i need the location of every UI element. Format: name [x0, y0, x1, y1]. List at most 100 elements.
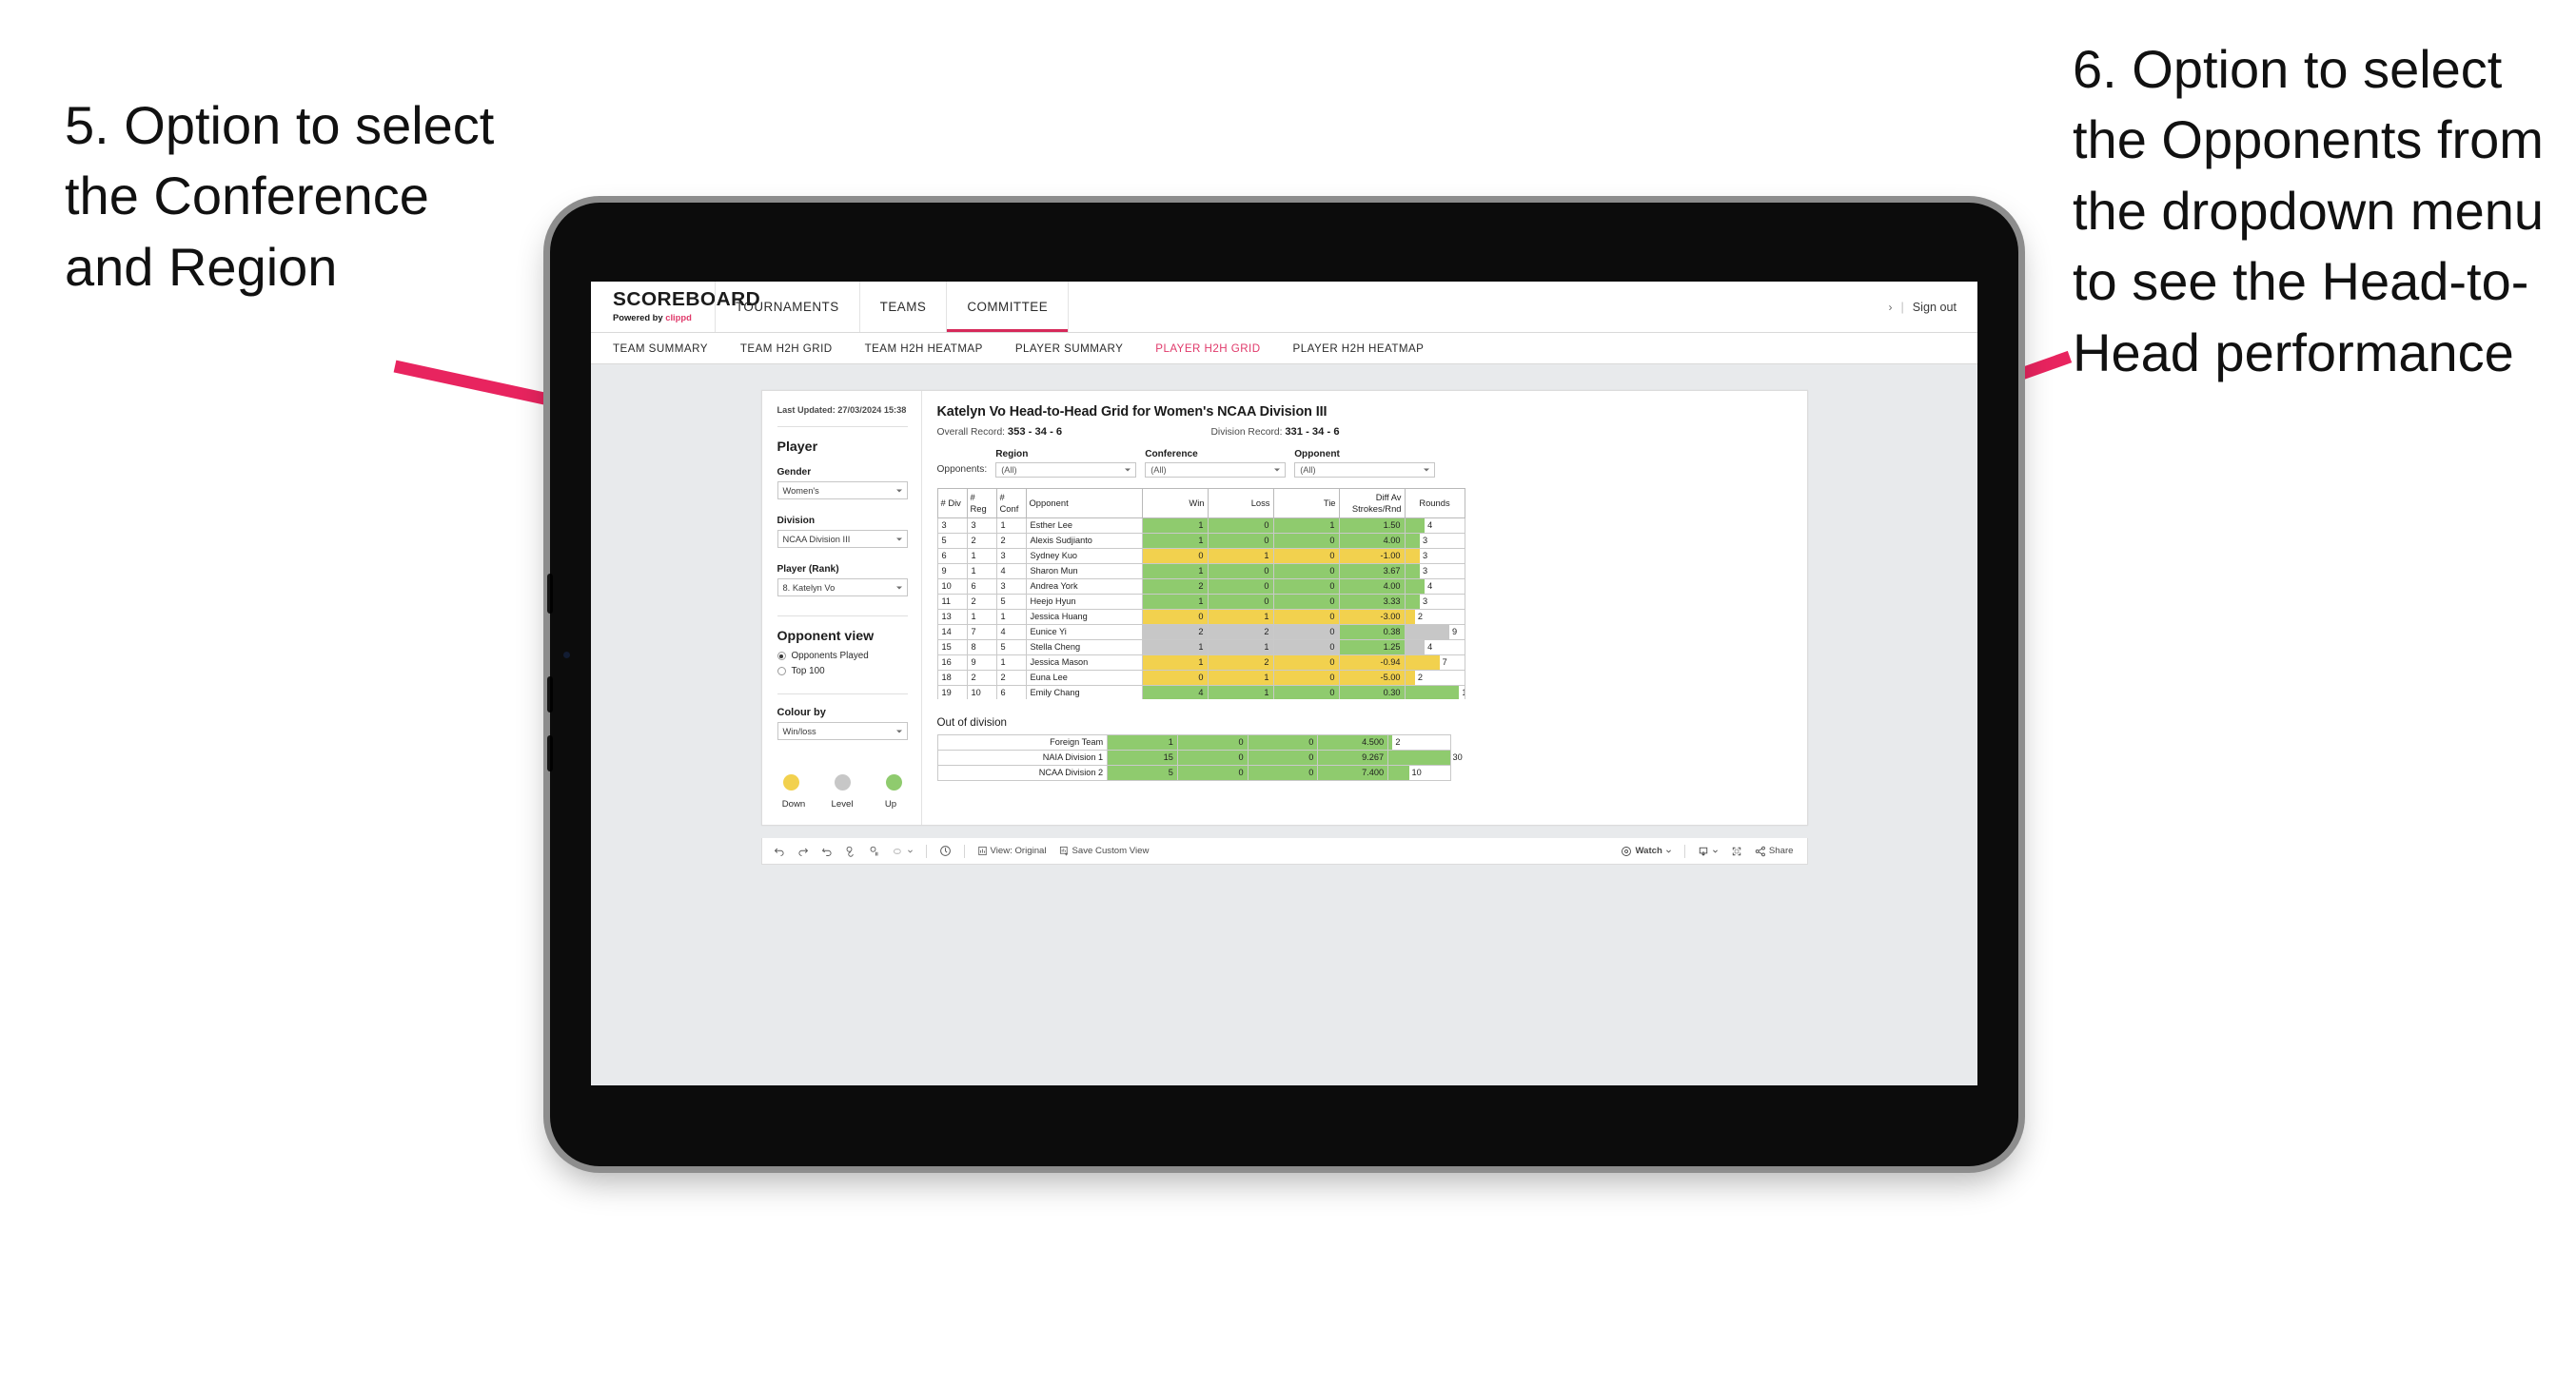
nav-tournaments[interactable]: TOURNAMENTS [715, 282, 859, 332]
cell-opponent: Sydney Kuo [1025, 547, 1143, 564]
subnav-player-h2h-heatmap[interactable]: PLAYER H2H HEATMAP [1293, 342, 1425, 355]
col-win[interactable]: Win [1141, 488, 1209, 518]
tablet-camera [563, 652, 570, 658]
cell-conf: 1 [995, 517, 1027, 534]
brand-logo[interactable]: SCOREBOARD Powered by clippd [591, 282, 760, 332]
cell-tie: 0 [1272, 577, 1340, 595]
subnav-player-h2h-grid[interactable]: PLAYER H2H GRID [1155, 342, 1260, 355]
ood-cell-tie: 0 [1247, 734, 1319, 751]
table-row[interactable]: 10 6 3 Andrea York 2 0 0 4.00 4 [936, 577, 1465, 595]
watch-button[interactable]: Watch [1621, 846, 1671, 857]
cell-loss: 1 [1207, 684, 1274, 699]
col-conf[interactable]: # Conf [995, 488, 1027, 518]
region-filter-select[interactable]: (All) [995, 462, 1137, 478]
tablet-side-button-3 [547, 735, 553, 771]
fullscreen-button[interactable] [1731, 846, 1742, 857]
legend-label-level: Level [831, 799, 854, 810]
table-row[interactable]: 3 3 1 Esther Lee 1 0 1 1.50 4 [936, 517, 1465, 534]
share-button[interactable]: Share [1755, 846, 1794, 857]
cell-opponent: Jessica Mason [1025, 654, 1143, 671]
cell-div: 14 [936, 623, 968, 640]
radio-opponents-played[interactable]: Opponents Played [777, 651, 908, 661]
col-div[interactable]: # Div [936, 488, 968, 518]
pause-updates-button[interactable] [869, 846, 880, 857]
col-reg[interactable]: # Reg [966, 488, 997, 518]
player-rank-select[interactable]: 8. Katelyn Vo [777, 578, 908, 597]
region-filter-label: Region [995, 449, 1029, 459]
out-of-division-row[interactable]: NCAA Division 2 5 0 0 7.400 10 [936, 765, 1451, 781]
subnav-team-h2h-heatmap[interactable]: TEAM H2H HEATMAP [865, 342, 983, 355]
colour-legend-labels: Down Level Up [777, 799, 908, 810]
cell-opponent: Esther Lee [1025, 517, 1143, 534]
sidebar-divider-2 [777, 615, 908, 617]
rounds-bar [1406, 655, 1440, 669]
table-row[interactable]: 15 8 5 Stella Cheng 1 1 0 1.25 4 [936, 638, 1465, 655]
undo-button[interactable] [774, 846, 785, 857]
pause-auto-updates-dropdown[interactable] [893, 846, 914, 857]
table-row[interactable]: 16 9 1 Jessica Mason 1 2 0 -0.94 7 [936, 654, 1465, 671]
cell-loss: 2 [1207, 623, 1274, 640]
col-rounds[interactable]: Rounds [1404, 488, 1465, 518]
out-of-division-row[interactable]: NAIA Division 1 15 0 0 9.267 30 [936, 750, 1463, 766]
table-row[interactable]: 6 1 3 Sydney Kuo 0 1 0 -1.00 3 [936, 547, 1465, 564]
cell-conf: 1 [995, 654, 1027, 671]
redo-button[interactable] [797, 846, 809, 857]
view-original-button[interactable]: View: Original [977, 846, 1047, 856]
legend-label-up: Up [884, 799, 897, 810]
table-row[interactable]: 13 1 1 Jessica Huang 0 1 0 -3.00 2 [936, 608, 1465, 625]
table-row[interactable]: 18 2 2 Euna Lee 0 1 0 -5.00 2 [936, 669, 1465, 686]
download-button[interactable] [1698, 846, 1719, 857]
rounds-bar [1406, 595, 1420, 608]
nav-committee[interactable]: COMMITTEE [946, 282, 1070, 332]
col-diff[interactable]: Diff Av Strokes/Rnd [1338, 488, 1406, 518]
cell-win: 1 [1141, 517, 1209, 534]
division-select[interactable]: NCAA Division III [777, 530, 908, 549]
toolbar-divider-1 [925, 844, 927, 858]
chevron-right-icon[interactable]: › [1889, 301, 1893, 314]
subnav-player-summary[interactable]: PLAYER SUMMARY [1015, 342, 1123, 355]
cell-diff: -5.00 [1338, 669, 1406, 686]
refresh-data-button[interactable] [845, 846, 856, 857]
col-loss[interactable]: Loss [1207, 488, 1274, 518]
sign-out-link[interactable]: Sign out [1913, 301, 1957, 314]
gender-select[interactable]: Women's [777, 481, 908, 500]
ood-cell-name: NCAA Division 2 [936, 765, 1109, 781]
cell-div: 19 [936, 684, 968, 699]
conference-filter-group: Conference (All) [1145, 449, 1287, 478]
revert-button[interactable] [821, 846, 833, 857]
ood-cell-win: 1 [1107, 734, 1178, 751]
table-row[interactable]: 11 2 5 Heejo Hyun 1 0 0 3.33 3 [936, 593, 1465, 610]
cell-reg: 1 [966, 547, 997, 564]
table-row[interactable]: 9 1 4 Sharon Mun 1 0 0 3.67 3 [936, 562, 1465, 579]
out-of-division-row[interactable]: Foreign Team 1 0 0 4.500 2 [936, 734, 1451, 751]
subnav-team-summary[interactable]: TEAM SUMMARY [613, 342, 708, 355]
brand-tagline-clippd: clippd [665, 312, 692, 322]
filter-sidebar: Last Updated: 27/03/2024 15:38 Player Ge… [762, 391, 922, 826]
cell-tie: 0 [1272, 532, 1340, 549]
table-row[interactable]: 19106Emily Chang4100.3011 [936, 684, 1465, 699]
header-right-group: › | Sign out [1889, 282, 1978, 332]
radio-top-100[interactable]: Top 100 [777, 666, 908, 676]
table-row[interactable]: 5 2 2 Alexis Sudjianto 1 0 0 4.00 3 [936, 532, 1465, 549]
nav-teams[interactable]: TEAMS [858, 282, 947, 332]
cell-tie: 0 [1272, 593, 1340, 610]
col-tie[interactable]: Tie [1272, 488, 1340, 518]
cell-conf: 6 [995, 684, 1027, 699]
division-label: Division [777, 516, 816, 527]
save-custom-view-button[interactable]: Save Custom View [1059, 846, 1149, 856]
cell-conf: 3 [995, 547, 1027, 564]
conference-filter-select[interactable]: (All) [1145, 462, 1287, 478]
alerts-button[interactable] [939, 845, 952, 857]
chevron-down-icon [1424, 468, 1430, 472]
cell-rounds: 3 [1404, 562, 1465, 579]
legend-label-down: Down [781, 799, 806, 810]
records-row: Overall Record: 353 - 34 - 6 Division Re… [937, 426, 1792, 438]
rounds-value: 4 [1427, 519, 1433, 530]
cell-reg: 1 [966, 608, 997, 625]
col-opponent[interactable]: Opponent [1025, 488, 1143, 518]
subnav-team-h2h-grid[interactable]: TEAM H2H GRID [740, 342, 833, 355]
colour-by-select[interactable]: Win/loss [777, 722, 908, 741]
opponent-filter-select[interactable]: (All) [1294, 462, 1436, 478]
cell-opponent: Sharon Mun [1025, 562, 1143, 579]
table-row[interactable]: 14 7 4 Eunice Yi 2 2 0 0.38 9 [936, 623, 1465, 640]
